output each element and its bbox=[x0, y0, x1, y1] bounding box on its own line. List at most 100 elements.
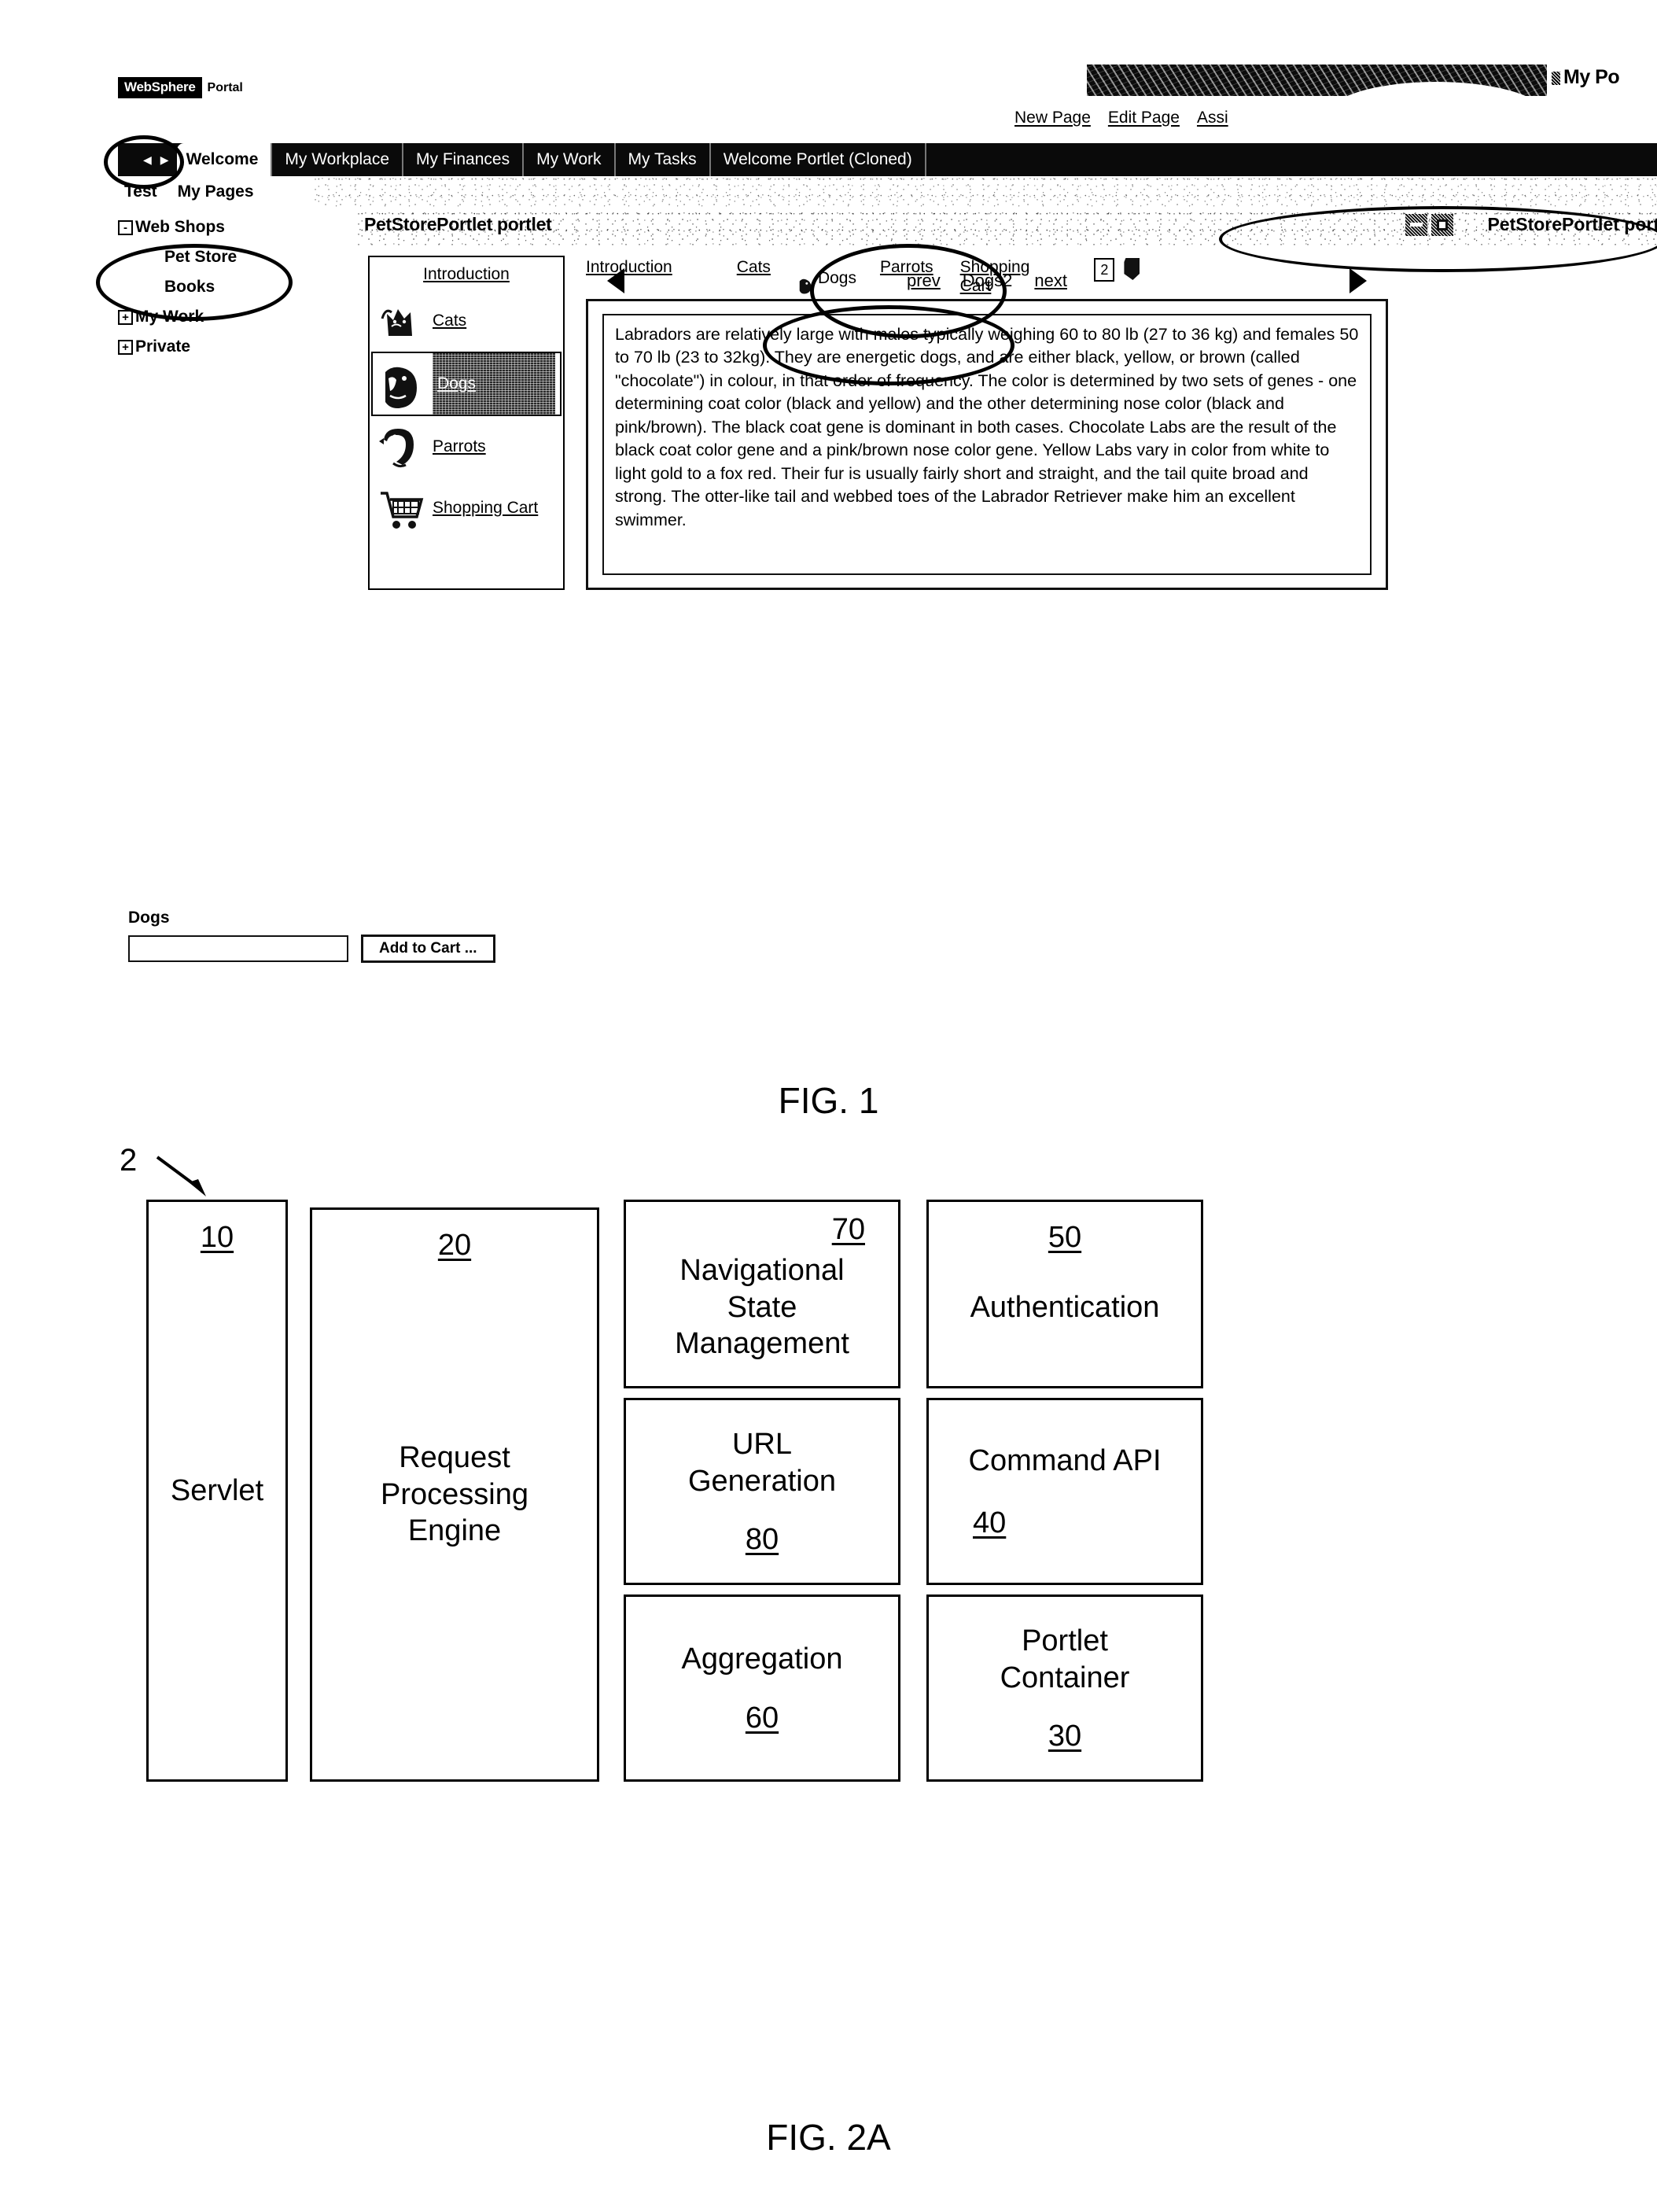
menu-label-cats: Cats bbox=[433, 312, 467, 330]
sidebar-item-my-work[interactable]: + My Work bbox=[118, 302, 354, 332]
menu-item-parrots[interactable]: Parrots bbox=[377, 416, 555, 477]
menu-label-parrots: Parrots bbox=[433, 437, 486, 455]
nav-tab-welcome[interactable]: Welcome bbox=[176, 143, 271, 176]
diagram-number-80: 80 bbox=[745, 1522, 779, 1556]
diagram-box-servlet: 10 Servlet bbox=[146, 1200, 288, 1782]
diagram-box-command-api: Command API 40 bbox=[926, 1398, 1203, 1585]
diagram-label-navigational-state-management: Navigational State Management bbox=[675, 1254, 849, 1361]
diagram-number-40: 40 bbox=[973, 1506, 1007, 1539]
figure-1: WebSphere Portal My Po New Page Edit Pag… bbox=[96, 55, 1657, 1023]
sidebar-item-pet-store[interactable]: Pet Store bbox=[118, 242, 354, 272]
menu-label-shopping-cart: Shopping Cart bbox=[433, 499, 539, 517]
breed-description-frame: Labradors are relatively large with male… bbox=[602, 314, 1372, 575]
expand-toggle-icon[interactable]: + bbox=[118, 339, 133, 355]
diagram-number-30: 30 bbox=[1048, 1719, 1082, 1753]
petstore-side-menu: Introduction Cats Dogs Parrots Shopping … bbox=[368, 256, 565, 590]
diagram-number-20: 20 bbox=[437, 1229, 472, 1262]
add-to-cart-button[interactable]: Add to Cart ... bbox=[361, 935, 495, 963]
diagram-number-10: 10 bbox=[200, 1221, 234, 1254]
portlet-window-controls bbox=[1405, 214, 1453, 236]
diagram-label-url-generation: URL Generation bbox=[687, 1428, 836, 1498]
header-banner-image bbox=[1087, 65, 1547, 96]
menu-label-dogs: Dogs bbox=[437, 374, 477, 393]
portlet-title-annotated: PetStorePortlet port bbox=[1487, 214, 1657, 234]
tree-indent-spacer bbox=[118, 250, 133, 265]
nav-next-icon[interactable]: ▶ bbox=[160, 153, 169, 167]
pager-first-arrow-icon[interactable] bbox=[607, 268, 624, 293]
sidebar-item-web-shops[interactable]: - Web Shops bbox=[118, 212, 354, 242]
cat-icon bbox=[377, 295, 426, 347]
portal-glyph-icon bbox=[1552, 72, 1560, 85]
nav-prev-next-control[interactable]: ◀ ▶ bbox=[118, 143, 177, 176]
diagram-number-50: 50 bbox=[1048, 1221, 1082, 1254]
diagram-number-60: 60 bbox=[745, 1701, 779, 1735]
figure-2a-lead-number: 2 bbox=[120, 1143, 138, 1178]
sidebar-label-my-work: My Work bbox=[135, 308, 204, 326]
page-action-links: New Page Edit Page Assi bbox=[1014, 109, 1657, 127]
nav-tab-my-work[interactable]: My Work bbox=[522, 143, 613, 176]
diagram-number-70: 70 bbox=[831, 1213, 865, 1246]
quantity-input[interactable] bbox=[128, 935, 348, 962]
edit-page-link[interactable]: Edit Page bbox=[1108, 109, 1180, 127]
add-to-cart-label: Dogs bbox=[128, 909, 170, 927]
diagram-box-authentication: 50 Authentication bbox=[926, 1200, 1203, 1388]
pager-current-page: Dogs2 bbox=[962, 271, 1013, 290]
add-to-cart-section: Dogs Add to Cart ... bbox=[122, 909, 495, 963]
nav-tab-my-tasks[interactable]: My Tasks bbox=[613, 143, 709, 176]
nav-tab-my-finances[interactable]: My Finances bbox=[402, 143, 522, 176]
menu-heading-introduction[interactable]: Introduction bbox=[377, 265, 555, 284]
add-to-cart-row: Add to Cart ... bbox=[128, 935, 495, 963]
nav-prev-icon[interactable]: ◀ bbox=[143, 153, 152, 167]
portlet-content-pane: prev Dogs2 next Labradors are relatively… bbox=[586, 268, 1388, 590]
sidebar-label-pet-store: Pet Store bbox=[164, 248, 238, 266]
assign-page-link[interactable]: Assi bbox=[1197, 109, 1228, 127]
expand-toggle-icon[interactable]: + bbox=[118, 309, 133, 325]
nav-tab-overflow[interactable] bbox=[924, 143, 952, 176]
collapse-toggle-icon[interactable]: - bbox=[118, 219, 133, 235]
sidebar-label-books: Books bbox=[164, 278, 215, 296]
content-pager: prev Dogs2 next bbox=[588, 264, 1386, 298]
diagram-box-navigational-state-management: 70 Navigational State Management bbox=[624, 1200, 900, 1388]
minimize-icon[interactable] bbox=[1405, 214, 1427, 236]
diagram-label-request-processing-engine: Request Processing Engine bbox=[381, 1441, 528, 1548]
diagram-label-command-api: Command API bbox=[968, 1444, 1162, 1478]
pager-prev-link[interactable]: prev bbox=[907, 271, 941, 291]
breed-description-text: Labradors are relatively large with male… bbox=[615, 325, 1359, 529]
figure-2a-lead-arrow-icon bbox=[156, 1156, 206, 1196]
sidebar-tree: - Web Shops Pet Store Books + My Work + … bbox=[118, 212, 354, 362]
diagram-label-servlet: Servlet bbox=[170, 1473, 264, 1507]
dog-icon bbox=[377, 358, 426, 410]
menu-item-dogs[interactable]: Dogs bbox=[371, 352, 562, 416]
menu-item-cats[interactable]: Cats bbox=[377, 290, 555, 352]
secondary-navigation-bar: Test My Pages bbox=[118, 176, 1657, 208]
tree-indent-spacer bbox=[118, 280, 133, 295]
diagram-label-portlet-container: Portlet Container bbox=[1000, 1624, 1130, 1694]
diagram-box-request-processing-engine: 20 Request Processing Engine bbox=[310, 1207, 599, 1782]
diagram-box-portlet-container: Portlet Container 30 bbox=[926, 1594, 1203, 1782]
portlet-title: PetStorePortlet portlet bbox=[364, 214, 552, 234]
nav-tab-welcome-portlet-cloned[interactable]: Welcome Portlet (Cloned) bbox=[709, 143, 925, 176]
menu-item-shopping-cart[interactable]: Shopping Cart bbox=[377, 477, 555, 539]
pager-last-arrow-icon[interactable] bbox=[1350, 268, 1367, 293]
diagram-box-url-generation: URL Generation 80 bbox=[624, 1398, 900, 1585]
diagram-label-authentication: Authentication bbox=[970, 1290, 1160, 1324]
parrot-icon bbox=[377, 421, 426, 473]
menu-label-dogs-highlight: Dogs bbox=[433, 353, 555, 415]
pager-next-link[interactable]: next bbox=[1034, 271, 1067, 291]
nav-tab-my-workplace[interactable]: My Workplace bbox=[271, 143, 402, 176]
subbar-item-my-pages[interactable]: My Pages bbox=[178, 182, 254, 201]
diagram-box-aggregation: Aggregation 60 bbox=[624, 1594, 900, 1782]
sidebar-item-private[interactable]: + Private bbox=[118, 332, 354, 362]
new-page-link[interactable]: New Page bbox=[1014, 109, 1091, 127]
subbar-item-test[interactable]: Test bbox=[124, 182, 157, 201]
figure-1-caption: FIG. 1 bbox=[778, 1080, 879, 1121]
subbar-scan-texture bbox=[315, 176, 1657, 208]
diagram-label-aggregation: Aggregation bbox=[681, 1642, 843, 1676]
sidebar-label-private: Private bbox=[135, 337, 191, 356]
shopping-cart-icon bbox=[377, 482, 426, 534]
maximize-icon[interactable] bbox=[1431, 214, 1453, 236]
sidebar-item-books[interactable]: Books bbox=[118, 272, 354, 302]
figure-2a-caption: FIG. 2A bbox=[766, 2117, 891, 2158]
primary-navigation-bar: ◀ ▶ Welcome My Workplace My Finances My … bbox=[118, 143, 1657, 176]
websphere-logo-box: WebSphere bbox=[118, 77, 202, 98]
